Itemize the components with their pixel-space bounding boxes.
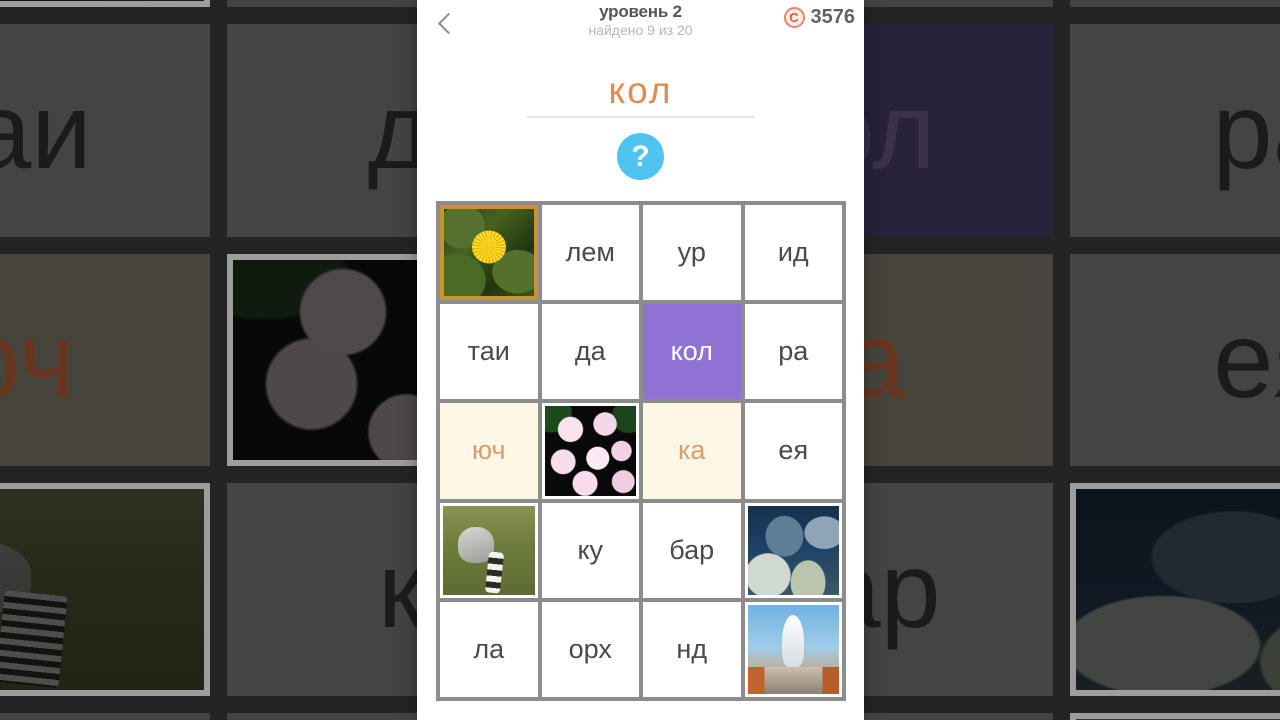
coin-icon: C	[783, 7, 805, 28]
dandelion-image	[444, 209, 534, 297]
puzzle-grid: лем ур ид таи да кол ра юч ка ея ку бар ла орх нд	[436, 201, 846, 701]
background-cell: ра	[1070, 24, 1280, 237]
grid-cell-label: ку	[577, 534, 604, 565]
grid-cell-ра[interactable]: ра	[744, 304, 842, 400]
grid-cell-label: бар	[669, 534, 715, 565]
grid-cell-таи[interactable]: таи	[440, 304, 538, 400]
background-cell: ид	[1070, 0, 1280, 8]
background-image-art	[1076, 489, 1280, 690]
background-cell: ея	[1070, 253, 1280, 467]
background-cell: юч	[0, 253, 210, 467]
grid-cell-label: лем	[565, 237, 615, 268]
grid-cell-label: да	[574, 336, 606, 367]
grid-cell-image-reef[interactable]	[744, 502, 842, 598]
grid-cell-label: ла	[473, 633, 505, 664]
orchid-image	[544, 406, 636, 496]
grid-cell-ка[interactable]: ка	[643, 403, 741, 499]
background-cell-image	[0, 483, 210, 696]
coin-balance[interactable]: C 3576	[783, 6, 856, 29]
grid-cell-label: ид	[777, 237, 809, 268]
image-frame	[440, 205, 538, 301]
grid-cell-label: ур	[677, 237, 706, 268]
grid-cell-label: таи	[467, 336, 510, 367]
grid-cell-ла[interactable]: ла	[440, 601, 538, 697]
grid-cell-label: ка	[678, 435, 706, 466]
grid-cell-ея[interactable]: ея	[744, 403, 842, 499]
current-word-area: кол ?	[417, 70, 864, 180]
hint-button[interactable]: ?	[617, 133, 664, 180]
grid-cell-орх[interactable]: орх	[541, 601, 639, 697]
dandelion-image	[0, 0, 204, 2]
background-cell-image	[1070, 483, 1280, 696]
coin-count: 3576	[810, 6, 856, 28]
app-screenshot: лем ур ид таи да кол ра юч ка ея ку бар ла орх нд уров…	[0, 0, 1280, 720]
background-cell-image	[1070, 712, 1280, 720]
background-image-art	[0, 489, 204, 690]
grid-cell-label: ея	[778, 435, 809, 466]
grid-cell-ур[interactable]: ур	[643, 205, 741, 301]
grid-cell-label: орх	[568, 633, 612, 664]
grid-cell-бар[interactable]: бар	[643, 502, 741, 598]
lemur-image	[0, 489, 204, 690]
grid-cell-ку[interactable]: ку	[541, 502, 639, 598]
grid-cell-image-lemur[interactable]	[440, 502, 538, 598]
reef-image	[1076, 489, 1280, 690]
grid-cell-ид[interactable]: ид	[744, 205, 842, 301]
background-cell: ла	[0, 712, 210, 720]
lemur-image	[443, 505, 535, 595]
grid-cell-кол[interactable]: кол	[643, 304, 741, 400]
word-underline	[527, 116, 754, 118]
background-image-art	[0, 0, 204, 2]
phone-panel: уровень 2 найдено 9 из 20 C 3576 кол ? л…	[417, 0, 864, 720]
current-word: кол	[608, 70, 673, 111]
background-cell-image	[0, 0, 210, 8]
grid-cell-юч[interactable]: юч	[440, 403, 538, 499]
grid-cell-нд[interactable]: нд	[643, 601, 741, 697]
grid-cell-image-dandelion[interactable]	[440, 205, 538, 301]
app-header: уровень 2 найдено 9 из 20 C 3576	[417, 0, 864, 48]
grid-cell-label: юч	[471, 435, 506, 466]
grid-cell-label: кол	[670, 336, 713, 367]
buddha-image	[747, 604, 839, 695]
grid-cell-label: ра	[778, 336, 809, 367]
grid-cell-лем[interactable]: лем	[541, 205, 639, 301]
grid-cell-да[interactable]: да	[541, 304, 639, 400]
grid-cell-image-buddha[interactable]	[744, 601, 842, 697]
reef-image	[747, 505, 839, 595]
grid-cell-image-orchid[interactable]	[541, 403, 639, 499]
grid-cell-label: нд	[676, 633, 708, 664]
background-cell: таи	[0, 24, 210, 237]
